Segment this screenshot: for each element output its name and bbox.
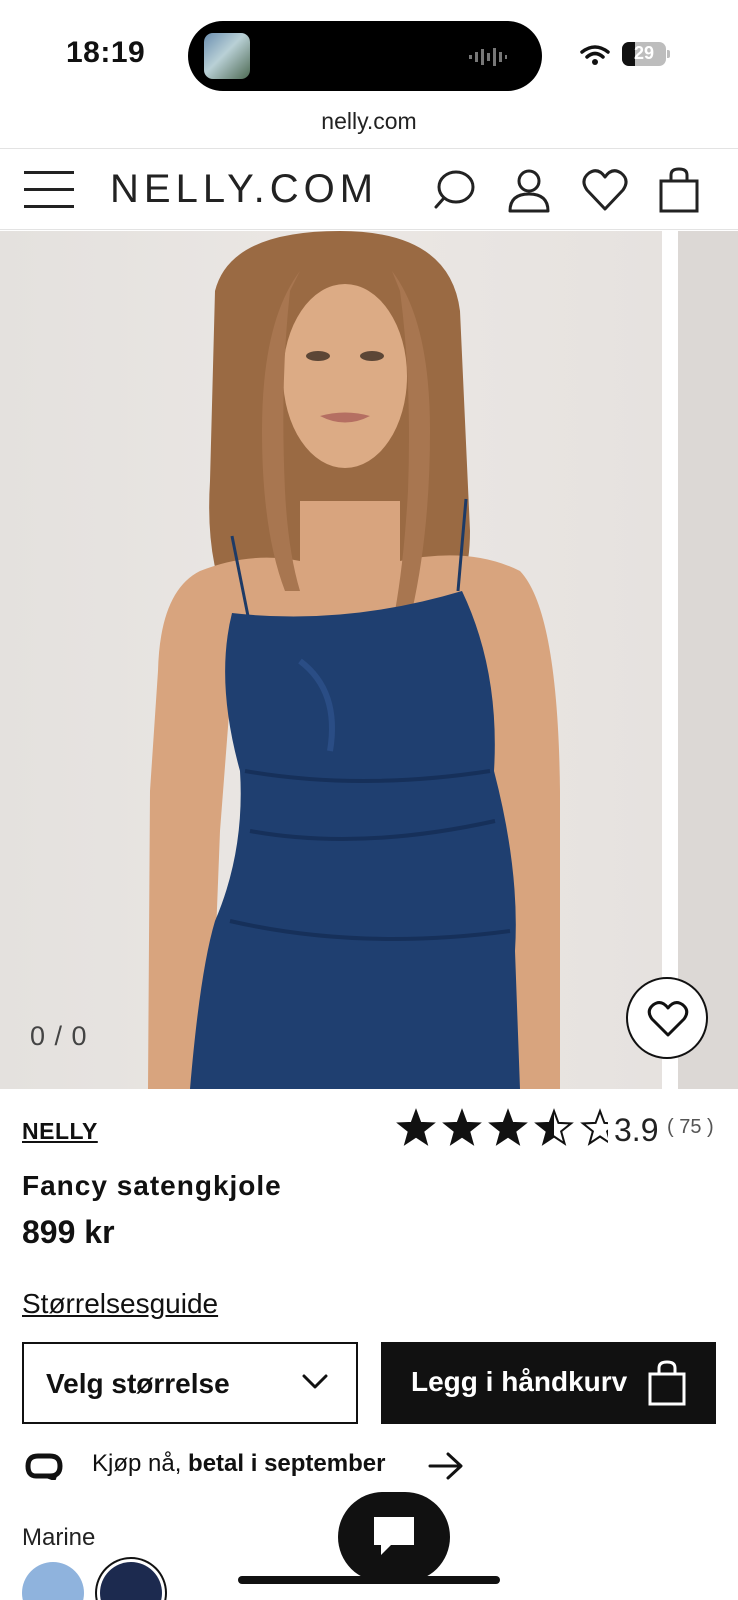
color-swatch-marine[interactable] <box>100 1562 162 1600</box>
size-guide-link[interactable]: Størrelsesguide <box>22 1288 218 1320</box>
klarna-text-bold: betal i september <box>188 1450 386 1477</box>
battery-cap <box>667 50 670 58</box>
klarna-text: Kjøp nå, betal i september <box>92 1450 385 1478</box>
wifi-icon <box>580 45 610 65</box>
product-price: 899 kr <box>22 1214 115 1250</box>
rating-star-5 <box>580 1108 608 1146</box>
site-logo[interactable]: NELLY.COM <box>110 167 378 212</box>
account-icon[interactable] <box>506 167 552 213</box>
add-to-cart-button[interactable]: Legg i håndkurv <box>381 1342 716 1424</box>
battery-level: 29 <box>633 43 655 63</box>
add-to-wishlist-button[interactable] <box>626 977 708 1059</box>
selected-color-label: Marine <box>22 1524 96 1551</box>
now-playing-artwork <box>204 33 250 79</box>
status-time: 18:19 <box>66 36 146 69</box>
audio-waveform-icon <box>469 48 507 66</box>
model-illustration <box>148 231 560 1089</box>
dynamic-island[interactable] <box>188 21 542 91</box>
search-icon[interactable] <box>432 167 478 213</box>
rating-star-1 <box>396 1108 436 1146</box>
battery-indicator: 29 <box>622 42 666 66</box>
bag-icon[interactable] <box>656 167 702 213</box>
rating-star-3 <box>488 1108 528 1146</box>
rating-stars[interactable] <box>396 1108 608 1148</box>
klarna-icon <box>25 1453 63 1480</box>
bag-icon <box>648 1360 686 1406</box>
address-bar-url[interactable]: nelly.com <box>0 108 738 135</box>
menu-icon[interactable] <box>24 171 74 209</box>
next-product-image-peek[interactable] <box>678 231 738 1089</box>
heart-icon <box>647 1001 689 1037</box>
status-bar: 18:19 29 <box>0 0 738 100</box>
product-gallery[interactable]: 0 / 0 <box>0 231 738 1089</box>
klarna-text-prefix: Kjøp nå, <box>92 1450 189 1477</box>
product-brand-link[interactable]: NELLY <box>22 1118 98 1145</box>
product-image[interactable] <box>0 231 662 1089</box>
product-name: Fancy satengkjole <box>22 1170 282 1201</box>
site-header: NELLY.COM <box>0 148 738 230</box>
arrow-right-icon <box>428 1452 463 1480</box>
chat-bubble-icon <box>374 1517 414 1555</box>
klarna-pay-later-link[interactable]: Kjøp nå, betal i september <box>22 1446 482 1486</box>
size-select[interactable]: Velg størrelse <box>22 1342 358 1424</box>
rating-count[interactable]: ( 75 ) <box>667 1116 714 1139</box>
rating-star-2 <box>442 1108 482 1146</box>
size-select-label: Velg størrelse <box>46 1368 230 1399</box>
add-to-cart-label: Legg i håndkurv <box>411 1366 628 1397</box>
gallery-counter: 0 / 0 <box>30 1021 88 1051</box>
rating-value: 3.9 <box>614 1112 659 1148</box>
chat-button[interactable] <box>338 1492 450 1582</box>
rating-star-4 <box>534 1108 574 1146</box>
color-swatch-light-blue[interactable] <box>22 1562 84 1600</box>
home-indicator[interactable] <box>238 1576 500 1584</box>
heart-icon[interactable] <box>582 167 628 213</box>
chevron-down-icon <box>302 1374 328 1389</box>
